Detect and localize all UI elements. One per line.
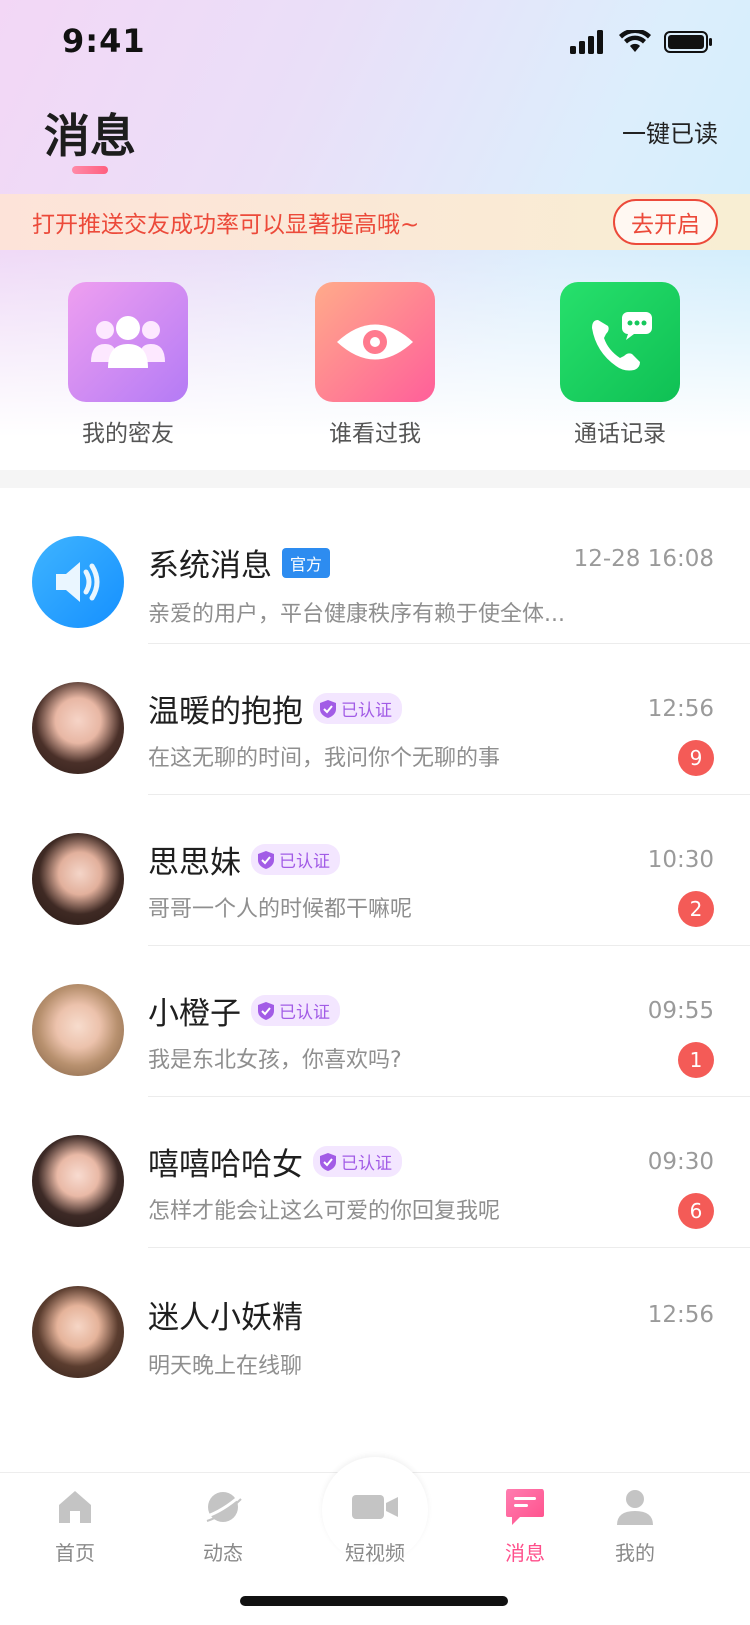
tab-short-video[interactable]: 短视频 (320, 1487, 430, 1566)
cellular-signal-icon (570, 30, 603, 54)
message-sender-name: 系统消息 官方 (148, 540, 331, 585)
verified-badge: 已认证 (313, 693, 402, 724)
home-indicator (240, 1596, 508, 1606)
message-time: 12:56 (647, 1302, 714, 1328)
official-badge: 官方 (282, 547, 331, 578)
list-item-conversation[interactable]: 思思妹 已认证 10:30 哥哥一个人的时候都干嘛呢 2 (0, 795, 750, 946)
status-time: 9:41 (62, 22, 146, 60)
mark-all-read-button[interactable]: 一键已读 (622, 114, 718, 149)
avatar (32, 682, 124, 774)
person-icon (617, 1490, 653, 1525)
group-icon (68, 282, 188, 402)
avatar (32, 1286, 124, 1378)
phone-chat-icon (560, 282, 680, 402)
shield-icon (258, 850, 274, 869)
verified-badge-label: 已认证 (341, 701, 392, 721)
message-preview: 明天晚上在线聊 (148, 1354, 303, 1379)
message-preview: 哥哥一个人的时候都干嘛呢 (148, 897, 413, 922)
tab-home[interactable]: 首页 (20, 1487, 130, 1566)
planet-icon (204, 1492, 242, 1522)
list-item-conversation[interactable]: 小橙子 已认证 09:55 我是东北女孩，你喜欢吗? 1 (0, 946, 750, 1097)
verified-badge: 已认证 (313, 1146, 402, 1177)
quick-action-label: 我的密友 (82, 421, 174, 447)
message-sender-name: 温暖的抱抱 已认证 (148, 686, 402, 731)
avatar (32, 1135, 124, 1227)
unread-count-badge: 6 (678, 1193, 714, 1229)
tab-label: 短视频 (345, 1541, 405, 1565)
quick-action-close-friends[interactable]: 我的密友 (48, 282, 208, 448)
message-sender-name: 嘻嘻哈哈女 已认证 (148, 1139, 402, 1184)
status-bar: 9:41 (0, 0, 750, 88)
verified-badge-label: 已认证 (279, 1003, 330, 1023)
sender-name-text: 嘻嘻哈哈女 (148, 1147, 303, 1183)
unread-count-badge: 2 (678, 891, 714, 927)
message-time: 09:30 (647, 1149, 714, 1175)
sender-name-text: 小橙子 (148, 996, 241, 1032)
wifi-icon (619, 30, 651, 52)
message-time: 12:56 (647, 696, 714, 722)
battery-icon (664, 31, 712, 53)
verified-badge-label: 已认证 (341, 1154, 392, 1174)
quick-action-who-viewed-me[interactable]: 谁看过我 (295, 282, 455, 448)
tab-label: 首页 (55, 1541, 95, 1565)
message-preview: 在这无聊的时间，我问你个无聊的事 (148, 746, 501, 771)
message-preview: 我是东北女孩，你喜欢吗? (148, 1048, 402, 1073)
banner-text: 打开推送交友成功率可以显著提高哦~ (32, 212, 420, 238)
sender-name-text: 系统消息 (148, 548, 272, 584)
unread-count-badge: 1 (678, 1042, 714, 1078)
tab-moments[interactable]: 动态 (168, 1487, 278, 1566)
list-item-system-message[interactable]: 系统消息 官方 12-28 16:08 亲爱的用户，平台健康秩序有赖于使全体..… (0, 488, 750, 644)
video-camera-icon (352, 1495, 398, 1519)
tab-messages[interactable]: 消息 (470, 1487, 580, 1566)
unread-count-badge: 9 (678, 740, 714, 776)
avatar (32, 833, 124, 925)
page-header: 消息 一键已读 (0, 88, 750, 188)
speaker-icon (32, 536, 124, 628)
verified-badge: 已认证 (251, 844, 340, 875)
title-underline (72, 166, 108, 174)
shield-icon (320, 1152, 336, 1171)
avatar (32, 984, 124, 1076)
message-preview: 怎样才能会让这么可爱的你回复我呢 (148, 1199, 501, 1224)
shield-icon (258, 1001, 274, 1020)
quick-action-call-history[interactable]: 通话记录 (540, 282, 700, 448)
sender-name-text: 思思妹 (148, 845, 241, 881)
message-sender-name: 思思妹 已认证 (148, 837, 340, 882)
list-item-conversation[interactable]: 迷人小妖精 12:56 明天晚上在线聊 (0, 1248, 750, 1408)
verified-badge: 已认证 (251, 995, 340, 1026)
message-time: 10:30 (647, 847, 714, 873)
tab-profile[interactable]: 我的 (580, 1487, 690, 1566)
quick-action-label: 谁看过我 (329, 421, 421, 447)
push-notification-banner: 打开推送交友成功率可以显著提高哦~ 去开启 (0, 194, 750, 250)
message-preview: 亲爱的用户，平台健康秩序有赖于使全体... (148, 602, 565, 627)
quick-action-label: 通话记录 (574, 421, 666, 447)
tab-label: 消息 (505, 1541, 545, 1565)
tab-label: 我的 (615, 1541, 655, 1565)
page-title: 消息 (44, 109, 136, 163)
home-icon (59, 1491, 91, 1523)
sender-name-text: 迷人小妖精 (148, 1300, 303, 1336)
tab-label: 动态 (203, 1541, 243, 1565)
shield-icon (320, 699, 336, 718)
list-item-conversation[interactable]: 嘻嘻哈哈女 已认证 09:30 怎样才能会让这么可爱的你回复我呢 6 (0, 1097, 750, 1248)
quick-actions: 我的密友 谁看过我 通话记录 (0, 282, 750, 452)
message-sender-name: 迷人小妖精 (148, 1292, 303, 1337)
message-icon (506, 1489, 544, 1525)
enable-push-button[interactable]: 去开启 (613, 199, 718, 245)
message-sender-name: 小橙子 已认证 (148, 988, 340, 1033)
list-item-conversation[interactable]: 温暖的抱抱 已认证 12:56 在这无聊的时间，我问你个无聊的事 9 (0, 644, 750, 795)
status-icons (570, 30, 714, 54)
verified-badge-label: 已认证 (279, 852, 330, 872)
sender-name-text: 温暖的抱抱 (148, 694, 303, 730)
message-list: 系统消息 官方 12-28 16:08 亲爱的用户，平台健康秩序有赖于使全体..… (0, 488, 750, 1408)
message-time: 12-28 16:08 (573, 546, 714, 572)
section-divider (0, 470, 750, 488)
eye-icon (315, 282, 435, 402)
message-time: 09:55 (647, 998, 714, 1024)
